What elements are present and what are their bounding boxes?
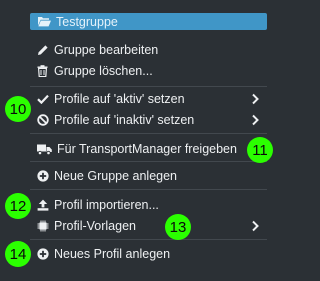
chevron-right-icon xyxy=(252,220,259,232)
annotation-badge: 12 xyxy=(5,193,31,219)
menu-item-label: Neue Gruppe anlegen xyxy=(54,169,178,183)
menu-item-edit-group[interactable]: Gruppe bearbeiten xyxy=(36,41,158,59)
pencil-icon xyxy=(36,44,49,57)
menu-item-label: Gruppe löschen... xyxy=(54,64,153,78)
annotation-badge: 14 xyxy=(5,241,31,267)
upload-icon xyxy=(36,199,49,212)
divider xyxy=(30,86,267,87)
menu-item-label: Für TransportManager freigeben xyxy=(57,142,237,156)
menu-item-new-group[interactable]: Neue Gruppe anlegen xyxy=(36,167,177,185)
menu-item-set-inactive[interactable]: Profile auf 'inaktiv' setzen xyxy=(36,111,194,129)
annotation-badge: 11 xyxy=(247,137,273,163)
plus-circle-icon xyxy=(36,170,49,183)
divider xyxy=(30,161,267,162)
menu-item-new-profile[interactable]: Neues Profil anlegen xyxy=(36,245,170,263)
annotation-badge: 13 xyxy=(165,214,191,240)
annotation-badge: 10 xyxy=(5,96,31,122)
plus-circle-icon xyxy=(36,248,49,261)
divider xyxy=(30,189,267,190)
trash-icon xyxy=(36,65,49,78)
menu-item-label: Gruppe bearbeiten xyxy=(54,43,159,57)
divider xyxy=(30,239,267,240)
menu-item-label: Profile auf 'inaktiv' setzen xyxy=(54,113,195,127)
menu-item-share-transportmanager[interactable]: Für TransportManager freigeben xyxy=(36,140,237,158)
menu-item-label: Profil importieren... xyxy=(54,198,159,212)
chevron-right-icon xyxy=(252,114,259,126)
menu-item-label: Neues Profil anlegen xyxy=(54,247,171,261)
check-icon xyxy=(36,93,49,106)
group-header[interactable]: Testgruppe xyxy=(30,13,267,30)
group-title: Testgruppe xyxy=(56,14,118,29)
chip-icon xyxy=(36,220,49,233)
ban-icon xyxy=(36,114,49,127)
menu-item-profile-templates[interactable]: Profil-Vorlagen xyxy=(36,217,136,235)
menu-item-delete-group[interactable]: Gruppe löschen... xyxy=(36,62,153,80)
chevron-right-icon xyxy=(252,93,259,105)
menu-item-label: Profile auf 'aktiv' setzen xyxy=(54,92,185,106)
menu-item-set-active[interactable]: Profile auf 'aktiv' setzen xyxy=(36,90,185,108)
menu-item-import-profile[interactable]: Profil importieren... xyxy=(36,196,159,214)
truck-icon xyxy=(36,143,52,156)
context-menu: Testgruppe Gruppe bearbeiten Gruppe lösc… xyxy=(0,0,281,281)
folder-open-icon xyxy=(38,15,51,28)
divider xyxy=(30,133,267,134)
menu-item-label: Profil-Vorlagen xyxy=(54,219,136,233)
